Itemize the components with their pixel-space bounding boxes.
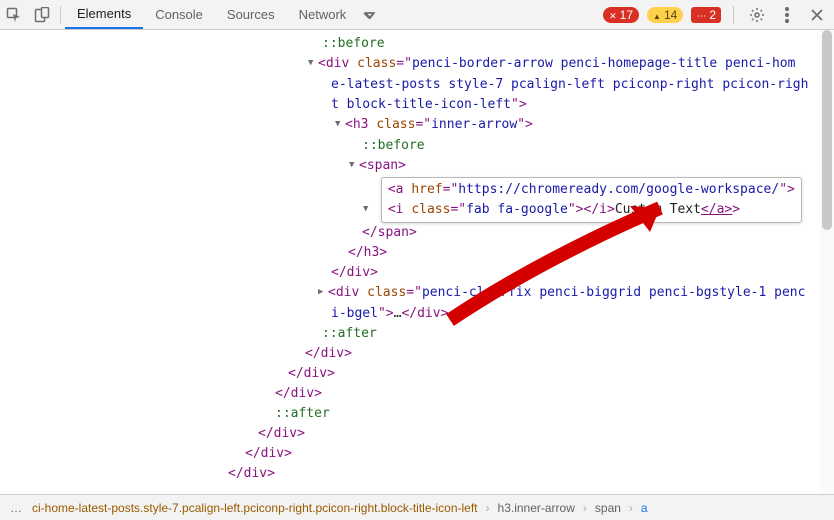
vertical-scrollbar[interactable] <box>820 30 834 494</box>
crumb-a[interactable]: a <box>637 501 652 515</box>
dom-node-h3[interactable]: <h3 class="inner-arrow"> <box>0 115 834 136</box>
pseudo-after[interactable]: ::after <box>275 406 330 421</box>
dom-close-div[interactable]: </div> <box>245 446 292 461</box>
tab-sources[interactable]: Sources <box>215 0 287 29</box>
expand-caret[interactable] <box>349 156 359 177</box>
settings-gear-icon[interactable] <box>746 4 768 26</box>
dom-close-span[interactable]: </span> <box>362 225 417 240</box>
scrollbar-thumb[interactable] <box>822 30 832 230</box>
tab-console[interactable]: Console <box>143 0 215 29</box>
pseudo-after[interactable]: ::after <box>322 326 377 341</box>
dom-close-h3[interactable]: </h3> <box>348 245 387 260</box>
dom-node-span[interactable]: <span> <box>0 156 834 177</box>
dom-close-div[interactable]: </div> <box>305 346 352 361</box>
toolbar-separator-right <box>733 6 734 24</box>
dom-close-div[interactable]: </div> <box>228 466 275 481</box>
message-count: 2 <box>709 8 716 22</box>
expand-caret[interactable] <box>335 115 345 136</box>
dom-close-div[interactable]: </div> <box>288 366 335 381</box>
close-devtools-icon[interactable] <box>806 4 828 26</box>
inspect-element-icon[interactable] <box>0 1 28 29</box>
expand-caret[interactable] <box>363 200 373 221</box>
warning-count: 14 <box>664 8 677 22</box>
dom-node-div-1[interactable]: <div class="penci-border-arrow penci-hom… <box>0 54 834 75</box>
crumb-div-classes[interactable]: ci-home-latest-posts.style-7.pcalign-lef… <box>28 501 482 515</box>
dom-close-div[interactable]: </div> <box>258 426 305 441</box>
crumb-span[interactable]: span <box>591 501 625 515</box>
more-options-icon[interactable] <box>776 4 798 26</box>
tab-elements[interactable]: Elements <box>65 0 143 29</box>
elements-panel[interactable]: ::before <div class="penci-border-arrow … <box>0 30 834 494</box>
collapse-caret[interactable] <box>318 283 328 304</box>
toolbar-separator <box>60 6 61 24</box>
dom-node-div-2[interactable]: <div class="penci-clearfix penci-biggrid… <box>0 283 834 304</box>
message-icon <box>696 8 706 22</box>
tab-network[interactable]: Network <box>287 0 359 29</box>
error-badge[interactable]: 17 <box>603 7 639 23</box>
device-toggle-icon[interactable] <box>28 1 56 29</box>
warning-badge[interactable]: 14 <box>647 7 683 23</box>
pseudo-before[interactable]: ::before <box>322 36 385 51</box>
breadcrumb-bar: … ci-home-latest-posts.style-7.pcalign-l… <box>0 494 834 520</box>
message-badge[interactable]: 2 <box>691 7 721 23</box>
devtools-toolbar: Elements Console Sources Network 17 14 2 <box>0 0 834 30</box>
crumb-h3[interactable]: h3.inner-arrow <box>494 501 579 515</box>
pseudo-before-h3[interactable]: ::before <box>362 138 425 153</box>
expand-caret[interactable] <box>308 54 318 75</box>
crumb-more[interactable]: … <box>6 501 26 515</box>
dom-close-div[interactable]: </div> <box>275 386 322 401</box>
dom-close-div-1[interactable]: </div> <box>331 265 378 280</box>
dom-node-selected[interactable]: <a href="https://chromeready.com/google-… <box>0 177 834 223</box>
warning-icon <box>653 8 661 22</box>
error-icon <box>609 8 617 22</box>
error-count: 17 <box>620 8 633 22</box>
panel-tabs: Elements Console Sources Network <box>65 0 382 29</box>
more-tabs-icon[interactable] <box>358 8 382 22</box>
